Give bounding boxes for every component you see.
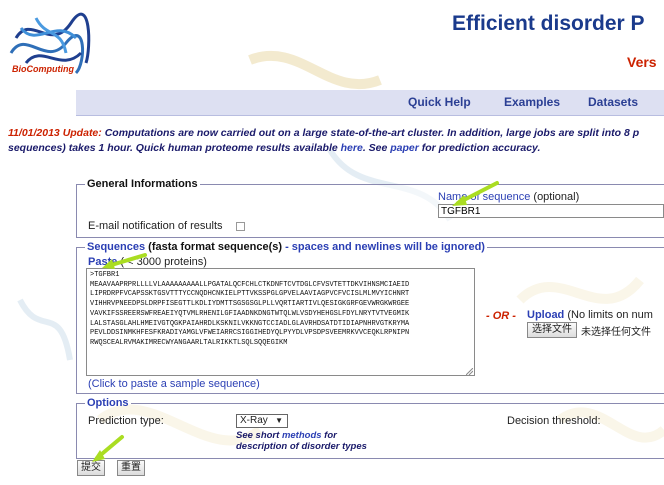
or-label: - OR - <box>486 310 516 322</box>
name-label-part1: Name <box>438 191 471 203</box>
prediction-type-value: X-Ray <box>240 415 268 426</box>
upload-label-title: Upload <box>527 309 565 321</box>
reset-button[interactable]: 重置 <box>117 460 145 476</box>
biocomputing-logo <box>9 12 91 75</box>
short-methods-suffix: for <box>321 430 337 441</box>
version-subtitle: Vers <box>627 54 657 70</box>
page-title: Efficient disorder P <box>452 12 645 35</box>
nav-datasets[interactable]: Datasets <box>588 95 638 109</box>
prediction-type-label: Prediction type: <box>88 415 164 427</box>
name-label-part2: of sequence <box>470 191 531 203</box>
methods-link[interactable]: methods <box>282 430 322 441</box>
upload-label: Upload (No limits on num <box>527 309 653 321</box>
prediction-type-select[interactable]: X-Ray ▼ <box>236 414 288 428</box>
update-text-accuracy: for prediction accuracy. <box>418 142 541 154</box>
update-text-line1: Computations are now carried out on a la… <box>101 127 640 139</box>
nav-bar: Quick Help Examples Datasets <box>76 90 664 116</box>
nav-quick-help[interactable]: Quick Help <box>408 95 471 109</box>
logo-text: BioComputing <box>12 64 74 74</box>
paste-sample-link[interactable]: (Click to paste a sample sequence) <box>88 378 260 390</box>
decision-threshold-label: Decision threshold: <box>507 415 601 427</box>
choose-file-button[interactable]: 选择文件 <box>527 322 577 338</box>
resize-handle-icon[interactable] <box>466 368 473 375</box>
paste-label: Paste ( < 3000 proteins) <box>88 256 207 268</box>
email-notification-label: E-mail notification of results <box>88 220 223 232</box>
no-file-chosen-text: 未选择任何文件 <box>581 327 651 338</box>
disorder-types-description: description of disorder types <box>236 441 367 452</box>
update-date: 11/01/2013 Update: <box>8 127 102 139</box>
dropdown-arrow-icon: ▼ <box>275 416 283 425</box>
sequences-legend-format: (fasta format sequence(s) <box>145 241 286 253</box>
general-info-legend: General Informations <box>87 178 198 190</box>
nav-examples[interactable]: Examples <box>504 95 560 109</box>
email-notification-checkbox[interactable] <box>236 222 245 231</box>
sequence-name-label: Name of sequence (optional) <box>438 191 579 203</box>
short-methods-prefix: See short <box>236 430 282 441</box>
upload-label-note: (No limits on num <box>564 309 653 321</box>
short-methods-note: See short methods for description of dis… <box>236 430 367 452</box>
update-text-see: . See <box>362 142 391 154</box>
sequences-legend: Sequences (fasta format sequence(s) - sp… <box>85 241 487 253</box>
options-section: Options <box>76 397 664 459</box>
options-legend: Options <box>87 397 129 409</box>
paste-label-title: Paste <box>88 256 118 268</box>
paste-label-limit: ( < 3000 proteins) <box>117 256 207 268</box>
sequences-legend-title: Sequences <box>87 241 146 253</box>
update-notice: 11/01/2013 Update: Computations are now … <box>8 126 664 156</box>
paper-link[interactable]: paper <box>390 142 419 154</box>
sequence-name-input[interactable] <box>438 204 664 218</box>
here-link[interactable]: here <box>341 142 363 154</box>
sequences-legend-note: - spaces and newlines will be ignored) <box>285 241 485 253</box>
update-text-line2: sequences) takes 1 hour. Quick human pro… <box>8 142 341 154</box>
name-label-part3: (optional) <box>530 191 580 203</box>
sequence-textarea[interactable]: >TGFBR1 MEAAVAAPRPRLLLLVLAAAAAAAAALLPGAT… <box>86 268 475 376</box>
submit-button[interactable]: 提交 <box>77 460 105 476</box>
